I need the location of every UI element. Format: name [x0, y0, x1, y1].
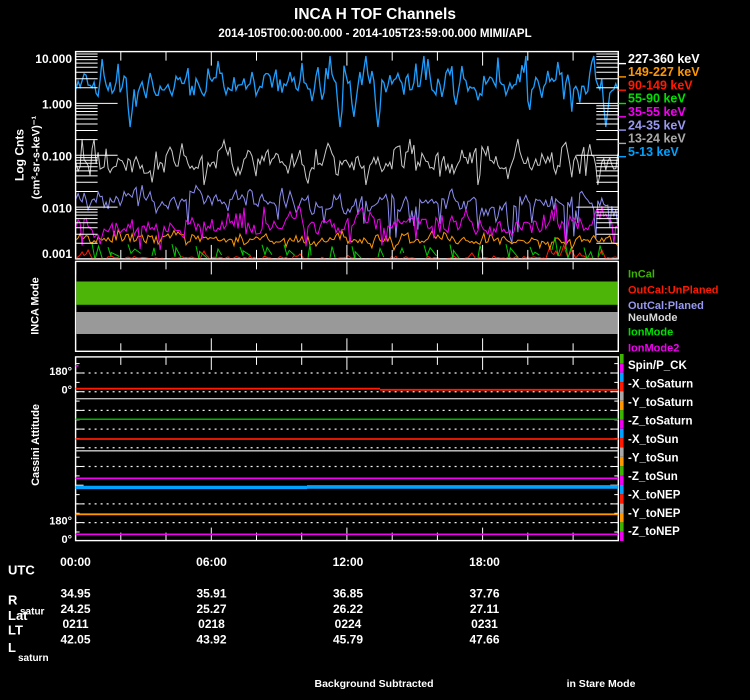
svg-text:149-227 keV: 149-227 keV [628, 65, 700, 79]
svg-text:1.000: 1.000 [42, 98, 72, 112]
svg-text:saturn: saturn [18, 653, 49, 664]
svg-text:25.27: 25.27 [196, 602, 226, 616]
svg-text:-Y_toNEP: -Y_toNEP [628, 508, 681, 520]
svg-text:0231: 0231 [471, 617, 498, 631]
svg-text:Log Cnts: Log Cnts [13, 129, 27, 181]
svg-text:06:00: 06:00 [196, 555, 227, 569]
svg-text:27.11: 27.11 [470, 602, 500, 616]
svg-text:90-149 keV: 90-149 keV [628, 78, 693, 92]
svg-text:-Z_toNEP: -Z_toNEP [628, 526, 680, 538]
svg-text:-X_toNEP: -X_toNEP [628, 489, 681, 501]
svg-text:OutCal:Planed: OutCal:Planed [628, 300, 704, 312]
svg-text:UTC: UTC [8, 563, 35, 578]
svg-text:-X_toSun: -X_toSun [628, 434, 678, 446]
svg-text:13-24 keV: 13-24 keV [628, 132, 686, 146]
svg-text:IonMode: IonMode [628, 327, 673, 339]
svg-text:Cassini Attitude: Cassini Attitude [30, 404, 42, 486]
svg-text:55-90 keV: 55-90 keV [628, 92, 686, 106]
svg-text:00:00: 00:00 [60, 555, 91, 569]
svg-text:NeuMode: NeuMode [628, 312, 678, 324]
svg-text:45.79: 45.79 [333, 633, 363, 647]
svg-text:18:00: 18:00 [469, 555, 500, 569]
svg-text:R: R [8, 593, 18, 608]
svg-text:42.05: 42.05 [60, 633, 90, 647]
svg-text:35.91: 35.91 [196, 587, 226, 601]
svg-text:10.000: 10.000 [35, 52, 72, 66]
svg-text:0°: 0° [61, 385, 72, 397]
svg-text:Background Subtracted: Background Subtracted [314, 678, 433, 690]
svg-text:-Z_toSun: -Z_toSun [628, 471, 678, 483]
svg-text:IonMode2: IonMode2 [628, 342, 679, 354]
svg-text:0.100: 0.100 [42, 149, 72, 163]
svg-text:35-55 keV: 35-55 keV [628, 105, 686, 119]
svg-text:227-360 keV: 227-360 keV [628, 52, 700, 66]
svg-text:INCA Mode: INCA Mode [30, 277, 42, 334]
svg-text:InCal: InCal [628, 269, 655, 281]
svg-text:12:00: 12:00 [333, 555, 364, 569]
svg-text:0218: 0218 [198, 617, 225, 631]
svg-text:0224: 0224 [335, 617, 362, 631]
svg-text:34.95: 34.95 [60, 587, 90, 601]
svg-text:-Z_toSaturn: -Z_toSaturn [628, 416, 693, 428]
svg-text:(cm²-sr-s-keV)⁻¹: (cm²-sr-s-keV)⁻¹ [31, 115, 43, 199]
svg-text:-Y_toSun: -Y_toSun [628, 452, 678, 464]
svg-text:0.001: 0.001 [42, 247, 72, 261]
svg-text:-Y_toSaturn: -Y_toSaturn [628, 397, 693, 409]
svg-text:Spin/P_CK: Spin/P_CK [628, 360, 687, 372]
svg-text:in Stare Mode: in Stare Mode [567, 678, 636, 690]
svg-text:INCA H TOF Channels: INCA H TOF Channels [294, 6, 456, 23]
svg-text:L: L [8, 640, 16, 655]
svg-text:36.85: 36.85 [333, 587, 363, 601]
svg-text:0.010: 0.010 [42, 201, 72, 215]
svg-text:26.22: 26.22 [333, 602, 363, 616]
svg-text:37.76: 37.76 [469, 587, 499, 601]
svg-text:5-13 keV: 5-13 keV [628, 145, 679, 159]
svg-text:Lat: Lat [8, 608, 28, 623]
svg-text:24-35 keV: 24-35 keV [628, 118, 686, 132]
svg-text:47.66: 47.66 [469, 633, 499, 647]
svg-text:180°: 180° [49, 516, 72, 528]
svg-text:2014-105T00:00:00.000 - 2014-1: 2014-105T00:00:00.000 - 2014-105T23:59:0… [218, 28, 531, 40]
svg-text:OutCal:UnPlaned: OutCal:UnPlaned [628, 284, 718, 296]
svg-text:0211: 0211 [62, 617, 88, 631]
svg-text:43.92: 43.92 [196, 633, 226, 647]
svg-text:-X_toSaturn: -X_toSaturn [628, 379, 693, 391]
svg-text:24.25: 24.25 [60, 602, 90, 616]
svg-text:180°: 180° [49, 366, 72, 378]
svg-text:0°: 0° [61, 534, 72, 546]
svg-text:LT: LT [8, 623, 23, 638]
